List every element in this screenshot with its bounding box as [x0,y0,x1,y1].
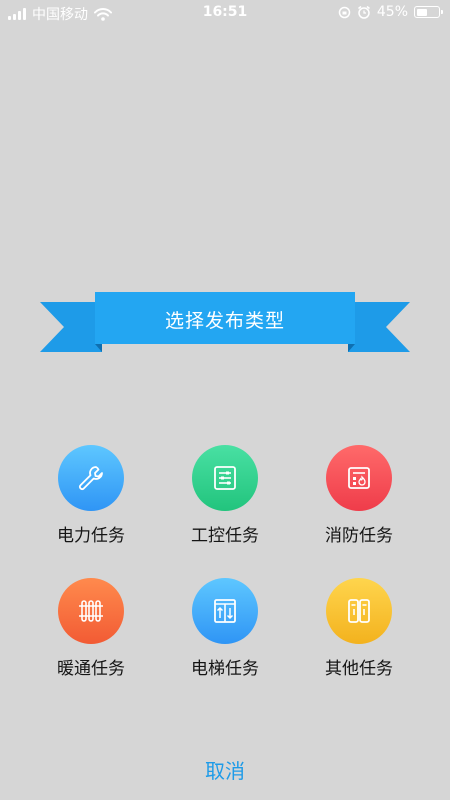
task-fire[interactable]: 消防任务 [292,445,426,546]
task-elevator[interactable]: 电梯任务 [158,578,292,679]
battery-percent: 45% [376,4,408,20]
task-elevator-label: 电梯任务 [191,659,259,679]
task-hvac-circle [58,578,124,644]
cancel-button[interactable]: 取消 [175,755,275,784]
task-fire-circle [326,445,392,511]
fire-panel-icon [348,467,370,489]
elevator-icon [214,599,236,623]
task-hvac-label: 暖通任务 [57,659,125,679]
rotation-lock-icon [338,6,351,18]
dialog-title: 选择发布类型 [164,310,285,332]
alarm-icon [357,5,370,19]
task-other-circle [326,578,392,644]
task-industrial-control[interactable]: 工控任务 [158,445,292,546]
fridge-icon [348,599,370,623]
task-elevator-circle [192,578,258,644]
task-power-circle [58,445,124,511]
task-power-label: 电力任务 [57,526,125,546]
radiator-icon [79,600,103,622]
status-right: 45% [338,4,443,20]
task-industrial-control-label: 工控任务 [191,526,259,546]
task-other[interactable]: 其他任务 [292,578,426,679]
battery-fill [416,8,428,16]
battery-icon [414,6,443,18]
task-other-label: 其他任务 [325,659,393,679]
task-power[interactable]: 电力任务 [24,445,158,546]
control-panel-icon [214,466,236,490]
task-hvac[interactable]: 暖通任务 [24,578,158,679]
task-fire-label: 消防任务 [325,526,393,546]
task-industrial-control-circle [192,445,258,511]
status-bar: 中国移动 16:51 45% [0,0,450,26]
dialog-title-ribbon: 选择发布类型 [40,292,410,354]
wrench-icon [78,466,103,491]
